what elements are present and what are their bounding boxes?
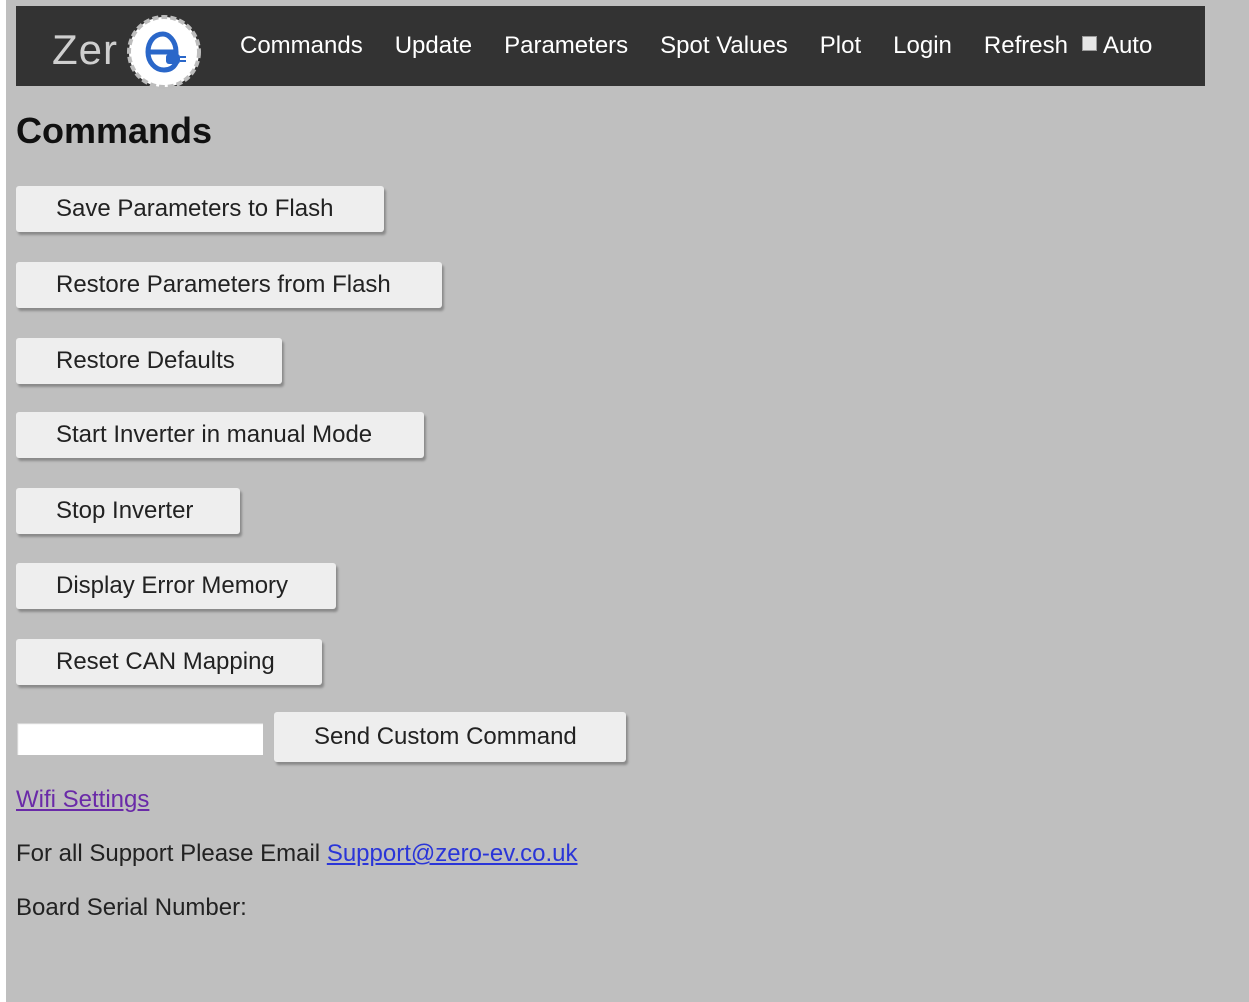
support-text: For all Support Please Email Support@zer… (16, 840, 578, 868)
brand-logo[interactable]: Zer (52, 14, 212, 89)
page-body: Zer Commands Update Parameters Spot Valu… (6, 0, 1249, 1002)
board-serial-label: Board Serial Number: (16, 894, 247, 921)
logo-text: Zer (52, 26, 118, 73)
stop-inverter-button[interactable]: Stop Inverter (16, 488, 240, 534)
nav-plot[interactable]: Plot (820, 32, 861, 60)
nav-update[interactable]: Update (395, 32, 472, 60)
nav-spot-values[interactable]: Spot Values (660, 32, 788, 60)
nav-menu: Commands Update Parameters Spot Values P… (240, 6, 1152, 86)
auto-checkbox[interactable] (1081, 35, 1097, 51)
restore-defaults-button[interactable]: Restore Defaults (16, 338, 282, 384)
nav-login[interactable]: Login (893, 32, 952, 60)
support-email-link[interactable]: Support@zero-ev.co.uk (327, 840, 578, 867)
top-navbar: Zer Commands Update Parameters Spot Valu… (16, 6, 1205, 89)
send-custom-command-button[interactable]: Send Custom Command (274, 712, 626, 762)
nav-parameters[interactable]: Parameters (504, 32, 628, 60)
restore-params-from-flash-button[interactable]: Restore Parameters from Flash (16, 262, 442, 308)
reset-can-mapping-button[interactable]: Reset CAN Mapping (16, 639, 322, 685)
support-prefix: For all Support Please Email (16, 840, 327, 867)
custom-command-input[interactable] (16, 722, 264, 756)
nav-commands[interactable]: Commands (240, 32, 363, 60)
nav-refresh[interactable]: Refresh (984, 32, 1068, 60)
auto-label: Auto (1102, 32, 1153, 59)
save-params-to-flash-button[interactable]: Save Parameters to Flash (16, 186, 384, 232)
auto-refresh-toggle[interactable]: Auto (1081, 32, 1153, 60)
page-title: Commands (16, 110, 213, 151)
wifi-settings-link[interactable]: Wifi Settings (16, 786, 149, 814)
display-error-memory-button[interactable]: Display Error Memory (16, 563, 336, 609)
logo-badge-icon (127, 15, 201, 89)
start-inverter-manual-button[interactable]: Start Inverter in manual Mode (16, 412, 424, 458)
